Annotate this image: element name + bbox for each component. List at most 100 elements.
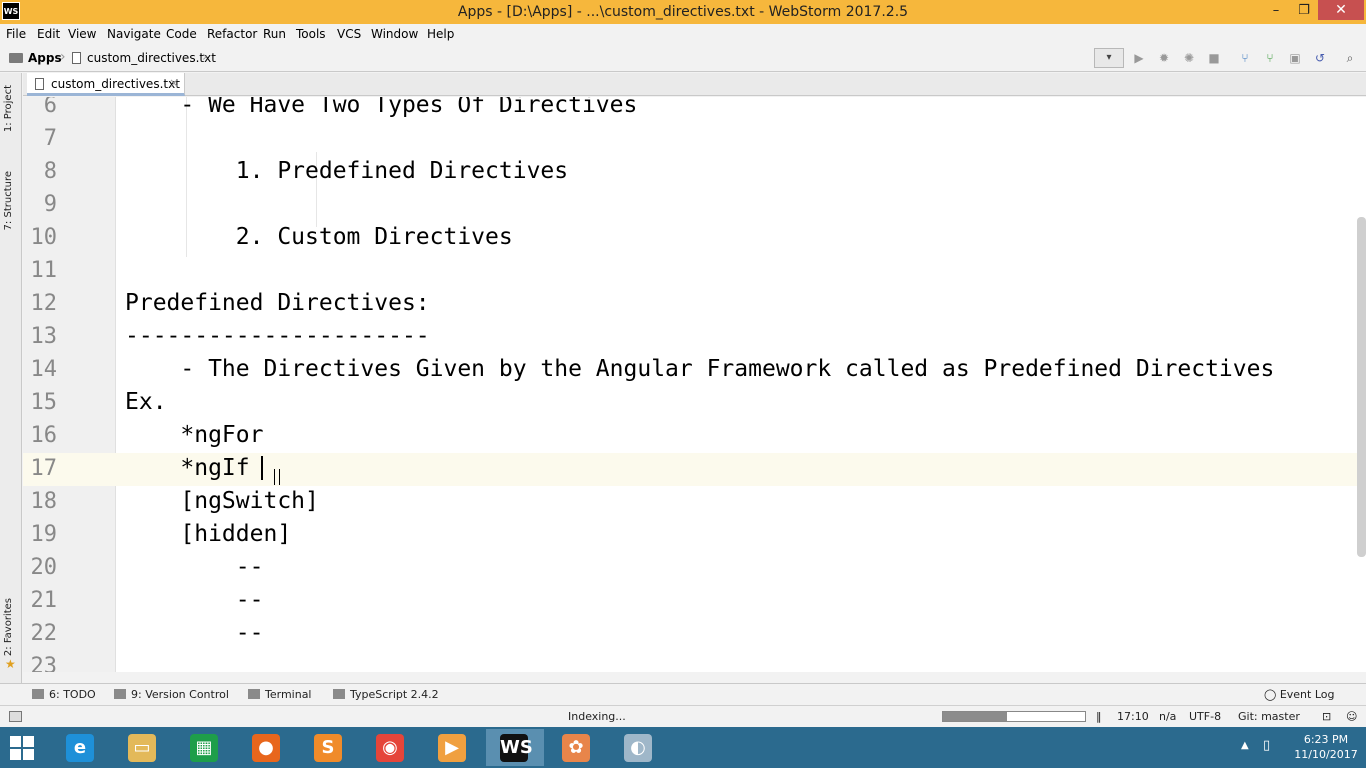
code-line[interactable]: 17 *ngIf (23, 453, 1366, 486)
line-number: 23 (30, 654, 58, 672)
menu-refactor[interactable]: Refactor (207, 27, 257, 41)
code-line[interactable]: 18 [ngSwitch] (23, 486, 1366, 519)
menu-file[interactable]: File (6, 27, 26, 41)
typescript-tool-button[interactable]: TypeScript 2.4.2 (333, 688, 439, 701)
text-file-icon (72, 52, 81, 64)
file-encoding[interactable]: UTF-8 (1189, 710, 1221, 723)
taskbar-settings-app[interactable]: ✿ (548, 729, 606, 766)
indexing-progress-bar (942, 711, 1086, 722)
run-configuration-dropdown[interactable]: ▾ (1094, 48, 1124, 68)
debug-icon[interactable]: ✹ (1154, 49, 1174, 67)
taskbar-store[interactable]: ▦ (176, 729, 234, 766)
code-line[interactable]: 20 -- (23, 552, 1366, 585)
menu-edit[interactable]: Edit (37, 27, 60, 41)
line-number: 10 (30, 225, 58, 250)
mouse-ibeam-cursor (274, 469, 280, 485)
menu-tools[interactable]: Tools (296, 27, 326, 41)
search-everywhere-icon[interactable]: ⌕ (1340, 49, 1360, 67)
code-line[interactable]: 16 *ngFor (23, 420, 1366, 453)
vcs-update-icon[interactable]: ⑂ (1235, 49, 1255, 67)
favorites-tool-tab[interactable]: 2: Favorites (3, 598, 14, 656)
code-line[interactable]: 15 Ex. (23, 387, 1366, 420)
taskbar-media-player[interactable]: ▶ (424, 729, 482, 766)
menu-code[interactable]: Code (166, 27, 197, 41)
terminal-tool-button[interactable]: Terminal (248, 688, 312, 701)
breadcrumb-project[interactable]: Apps (28, 51, 62, 65)
code-line[interactable]: 23 (23, 651, 1366, 672)
vcs-commit-icon[interactable]: ⑂ (1260, 49, 1280, 67)
menu-help[interactable]: Help (427, 27, 454, 41)
code-line[interactable]: 13 ---------------------- (23, 321, 1366, 354)
typescript-icon (333, 689, 345, 699)
code-line[interactable]: 12 Predefined Directives: (23, 288, 1366, 321)
code-line[interactable]: 11 (23, 255, 1366, 288)
inspector-icon[interactable]: ☺ (1346, 710, 1357, 723)
tray-network-icon[interactable]: ▯ (1263, 738, 1270, 753)
code-line[interactable]: 14 - The Directives Given by the Angular… (23, 354, 1366, 387)
terminal-icon (248, 689, 260, 699)
menu-view[interactable]: View (68, 27, 96, 41)
vertical-scrollbar[interactable] (1357, 217, 1366, 557)
line-text: ---------------------- (125, 323, 430, 349)
code-line[interactable]: 8 1. Predefined Directives (23, 156, 1366, 189)
code-editor[interactable]: 6 - We Have Two Types Of Directives 7 8 1.… (23, 97, 1366, 672)
taskbar-paint[interactable]: ◐ (610, 729, 668, 766)
taskbar-webstorm[interactable]: WS (486, 729, 544, 766)
code-line[interactable]: 10 2. Custom Directives (23, 222, 1366, 255)
title-bar: WS Apps - [D:\Apps] - ...\custom_directi… (0, 0, 1366, 24)
line-separator[interactable]: n/a (1159, 710, 1176, 723)
vcs-branch[interactable]: Git: master (1238, 710, 1300, 723)
taskbar-firefox[interactable]: ● (238, 729, 296, 766)
vcs-compare-icon[interactable]: ▣ (1285, 49, 1305, 67)
run-icon[interactable]: ▶ (1129, 49, 1149, 67)
progress-fill (943, 712, 1007, 721)
structure-tool-tab[interactable]: 7: Structure (3, 171, 14, 230)
code-line[interactable]: 7 (23, 123, 1366, 156)
code-line[interactable]: 6 - We Have Two Types Of Directives (23, 97, 1366, 123)
breadcrumb-file[interactable]: custom_directives.txt (87, 51, 216, 65)
editor-tab-label: custom_directives.txt (51, 77, 180, 91)
close-button[interactable]: ✕ (1318, 0, 1364, 20)
code-line[interactable]: 22 -- (23, 618, 1366, 651)
todo-tool-button[interactable]: 6: TODO (32, 688, 96, 701)
webstorm-icon: WS (500, 734, 533, 762)
menu-run[interactable]: Run (263, 27, 286, 41)
code-line[interactable]: 9 (23, 189, 1366, 222)
close-tab-icon[interactable]: × (169, 76, 179, 90)
taskbar-internet-explorer[interactable]: e (52, 729, 110, 766)
windows-start-icon[interactable] (10, 736, 36, 760)
internet-explorer-icon: e (66, 734, 94, 762)
taskbar-sublime[interactable]: S (300, 729, 358, 766)
taskbar-file-explorer[interactable]: ▭ (114, 729, 172, 766)
version-control-label: 9: Version Control (131, 688, 229, 701)
code-line[interactable]: 21 -- (23, 585, 1366, 618)
menu-vcs[interactable]: VCS (337, 27, 361, 41)
toggle-tool-windows-icon[interactable] (9, 711, 22, 722)
code-line[interactable]: 19 [hidden] (23, 519, 1366, 552)
pause-icon[interactable]: ‖ (1096, 710, 1102, 723)
taskbar-chrome[interactable]: ◉ (362, 729, 420, 766)
settings-app-icon: ✿ (562, 734, 590, 762)
system-clock[interactable]: 6:23 PM 11/10/2017 (1288, 732, 1364, 762)
line-text: [hidden] (125, 521, 292, 547)
minimize-button[interactable]: – (1262, 0, 1290, 22)
version-control-tool-button[interactable]: 9: Version Control (114, 688, 229, 701)
stop-icon[interactable]: ■ (1204, 49, 1224, 67)
event-log-tool-button[interactable]: ◯ Event Log (1264, 688, 1334, 701)
project-tool-tab[interactable]: 1: Project (3, 85, 14, 132)
left-tool-strip: 1: Project 7: Structure 2: Favorites ★ (0, 73, 22, 683)
menu-window[interactable]: Window (371, 27, 418, 41)
file-explorer-icon: ▭ (128, 734, 156, 762)
maximize-button[interactable]: ❐ (1290, 0, 1318, 22)
status-bar: Indexing... ‖ 17:10 n/a UTF-8 Git: maste… (0, 705, 1366, 727)
tray-expand-icon[interactable]: ▲ (1241, 740, 1249, 751)
coverage-icon[interactable]: ✺ (1179, 49, 1199, 67)
line-text: *ngFor (125, 422, 264, 448)
line-number: 17 (30, 456, 58, 481)
menu-navigate[interactable]: Navigate (107, 27, 161, 41)
caret-position[interactable]: 17:10 (1117, 710, 1149, 723)
editor-tab-custom-directives[interactable]: custom_directives.txt × (27, 73, 185, 96)
firefox-icon: ● (252, 734, 280, 762)
revert-icon[interactable]: ↺ (1310, 49, 1330, 67)
lock-icon[interactable]: ⊡ (1322, 710, 1331, 723)
